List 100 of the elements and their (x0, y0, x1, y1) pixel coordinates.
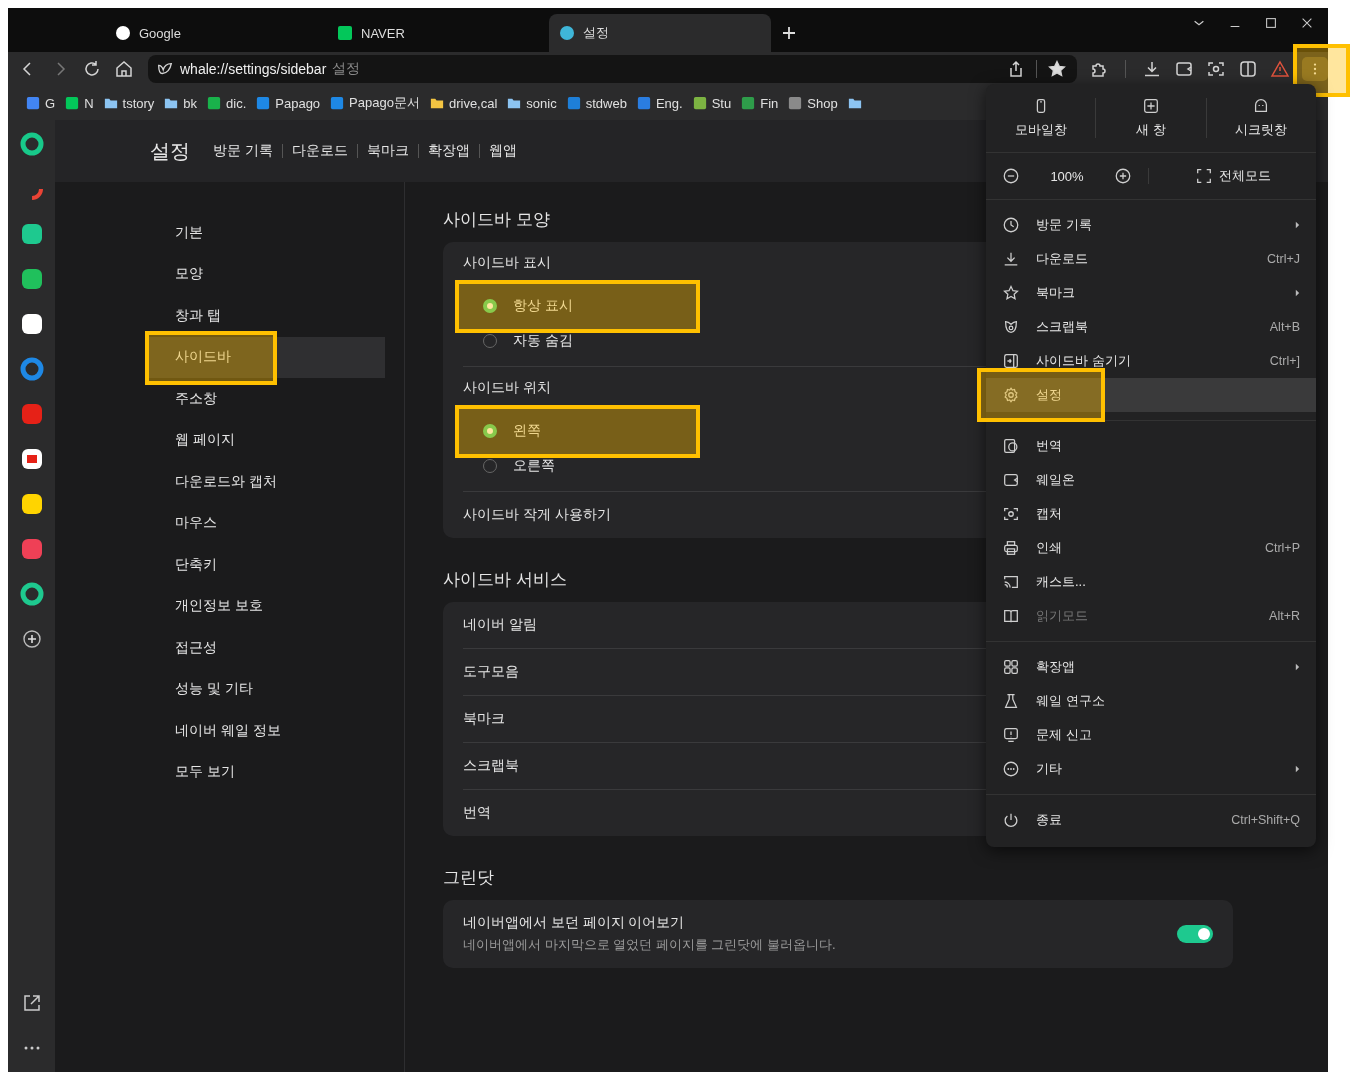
nav-item[interactable]: 다운로드와 캡처 (145, 461, 385, 503)
ring-icon[interactable] (19, 132, 44, 156)
home-icon[interactable] (114, 59, 134, 79)
flask-icon (1002, 692, 1020, 710)
zoom-in-icon[interactable] (1114, 167, 1132, 185)
nav-item[interactable]: 접근성 (145, 627, 385, 669)
bookmark-folder-icon[interactable] (847, 96, 862, 110)
bookmark[interactable]: Stu (692, 95, 732, 111)
bookmark[interactable]: G (26, 95, 56, 111)
reload-icon[interactable] (82, 59, 102, 79)
option-label: 오른쪽 (513, 456, 555, 475)
settings-icon (1002, 386, 1020, 404)
menu-item[interactable]: 확장앱 (986, 650, 1316, 684)
nav-item[interactable]: 모두 보기 (145, 751, 385, 793)
grid-icon (1002, 658, 1020, 676)
leaf-icon (1002, 318, 1020, 336)
video-icon (1002, 471, 1020, 489)
bookmark[interactable]: Eng. (636, 95, 683, 111)
menu-item[interactable]: 기타 (986, 752, 1316, 786)
setting-label[interactable]: 도구모음 (463, 663, 519, 681)
bookmark[interactable]: bk (164, 95, 198, 111)
zoom-out-icon[interactable] (1002, 167, 1020, 185)
new-tab-icon[interactable] (781, 25, 797, 41)
menu-item[interactable]: 캐스트... (986, 565, 1316, 599)
browser-tab[interactable]: NAVER (327, 14, 549, 52)
square-icon[interactable] (19, 267, 44, 291)
capture-icon[interactable] (1206, 59, 1226, 79)
nav-item[interactable]: 모양 (145, 253, 385, 295)
nav-item[interactable]: 성능 및 기타 (145, 668, 385, 710)
fullscreen-icon (1195, 167, 1213, 185)
book-icon (1002, 607, 1020, 625)
shortcut-label: Alt+R (1269, 609, 1300, 623)
menu-action[interactable]: 모바일창 (986, 97, 1096, 139)
header-link[interactable]: 웹앱 (488, 142, 517, 160)
zoom-value: 100% (1049, 168, 1085, 184)
download-icon[interactable] (1142, 59, 1162, 79)
setting-label[interactable]: 네이버 알림 (463, 616, 537, 634)
menu-action[interactable]: 시크릿창 (1206, 97, 1316, 139)
menu-item[interactable]: 스크랩북 Alt+B (986, 310, 1316, 344)
setting-label[interactable]: 사이드바 작게 사용하기 (463, 506, 611, 524)
capture-icon (1002, 505, 1020, 523)
menu-item[interactable]: 캡처 (986, 497, 1316, 531)
menu-action[interactable]: 새 창 (1096, 97, 1206, 139)
setting-label[interactable]: 북마크 (463, 710, 505, 728)
bookmark[interactable]: tstory (103, 95, 155, 111)
bookmark[interactable]: dic. (207, 95, 247, 111)
menu-item[interactable]: 다운로드 Ctrl+J (986, 242, 1316, 276)
header-link[interactable]: 북마크 (366, 142, 409, 160)
shortcut-label: Ctrl+P (1264, 541, 1300, 555)
menu-item[interactable]: 문제 신고 (986, 718, 1316, 752)
radio-button[interactable] (483, 298, 497, 313)
panel-icon (1002, 352, 1020, 370)
menu-item[interactable]: 설정 (986, 378, 1316, 412)
nav-item[interactable]: 창과 탭 (145, 295, 385, 337)
maximize-icon[interactable] (1264, 16, 1278, 30)
nav-item[interactable]: 단축키 (145, 544, 385, 586)
header-link[interactable]: 방문 기록 (213, 142, 273, 160)
menu-item[interactable]: 웨일 연구소 (986, 684, 1316, 718)
menu-item[interactable]: 웨일온 (986, 463, 1316, 497)
bookmark[interactable]: Papago (256, 95, 321, 111)
shortcut-label: Alt+B (1269, 320, 1300, 334)
nav-item[interactable]: 네이버 웨일 정보 (145, 710, 385, 752)
header-link[interactable]: 다운로드 (291, 142, 348, 160)
toggle-switch[interactable] (1177, 925, 1213, 943)
close-icon[interactable] (1300, 16, 1314, 30)
bookmark[interactable]: stdweb (566, 95, 627, 111)
setting-label[interactable]: 스크랩북 (463, 757, 519, 775)
video-icon[interactable] (1174, 59, 1194, 79)
fullscreen-button[interactable]: 전체모드 (1195, 167, 1271, 185)
bookmark[interactable]: Shop (788, 95, 838, 111)
warning-icon[interactable] (1270, 59, 1290, 79)
printer-icon (1002, 539, 1020, 557)
section-title: 그린닷 (443, 867, 494, 889)
nav-item[interactable]: 마우스 (145, 502, 385, 544)
nav-item[interactable]: 기본 (145, 212, 385, 254)
address-bar[interactable]: whale://settings/sidebar 설정 (148, 55, 1077, 83)
nav-item[interactable]: 주소창 (145, 378, 385, 420)
menu-item[interactable]: 인쇄 Ctrl+P (986, 531, 1316, 565)
bookmark[interactable]: sonic (507, 95, 557, 111)
report-icon (1002, 726, 1020, 744)
bookmark[interactable]: N (65, 95, 94, 111)
bookmark[interactable]: drive,cal (429, 95, 498, 111)
section-title: 사이드바 모양 (443, 209, 550, 231)
menu-item[interactable]: 방문 기록 (986, 208, 1316, 242)
browser-tab[interactable]: Google (105, 14, 327, 52)
app-icon[interactable] (19, 312, 44, 336)
menu-item[interactable]: 번역 (986, 429, 1316, 463)
menu-item[interactable]: 사이드바 숨기기 Ctrl+] (986, 344, 1316, 378)
star-icon[interactable] (1047, 59, 1067, 79)
split-view-icon[interactable] (1238, 59, 1258, 79)
menu-item[interactable]: 북마크 (986, 276, 1316, 310)
radio-button[interactable] (483, 423, 497, 438)
menu-item[interactable]: 종료 Ctrl+Shift+Q (986, 803, 1316, 837)
setting-label[interactable]: 번역 (463, 804, 491, 822)
nav-item[interactable]: 웹 페이지 (145, 419, 385, 461)
bookmark[interactable]: Fin (741, 95, 779, 111)
bookmark[interactable]: Papago문서 (330, 94, 420, 112)
header-link[interactable]: 확장앱 (427, 142, 470, 160)
browser-tab[interactable]: 설정 (549, 14, 771, 52)
nav-item[interactable]: 개인정보 보호 (145, 585, 385, 627)
